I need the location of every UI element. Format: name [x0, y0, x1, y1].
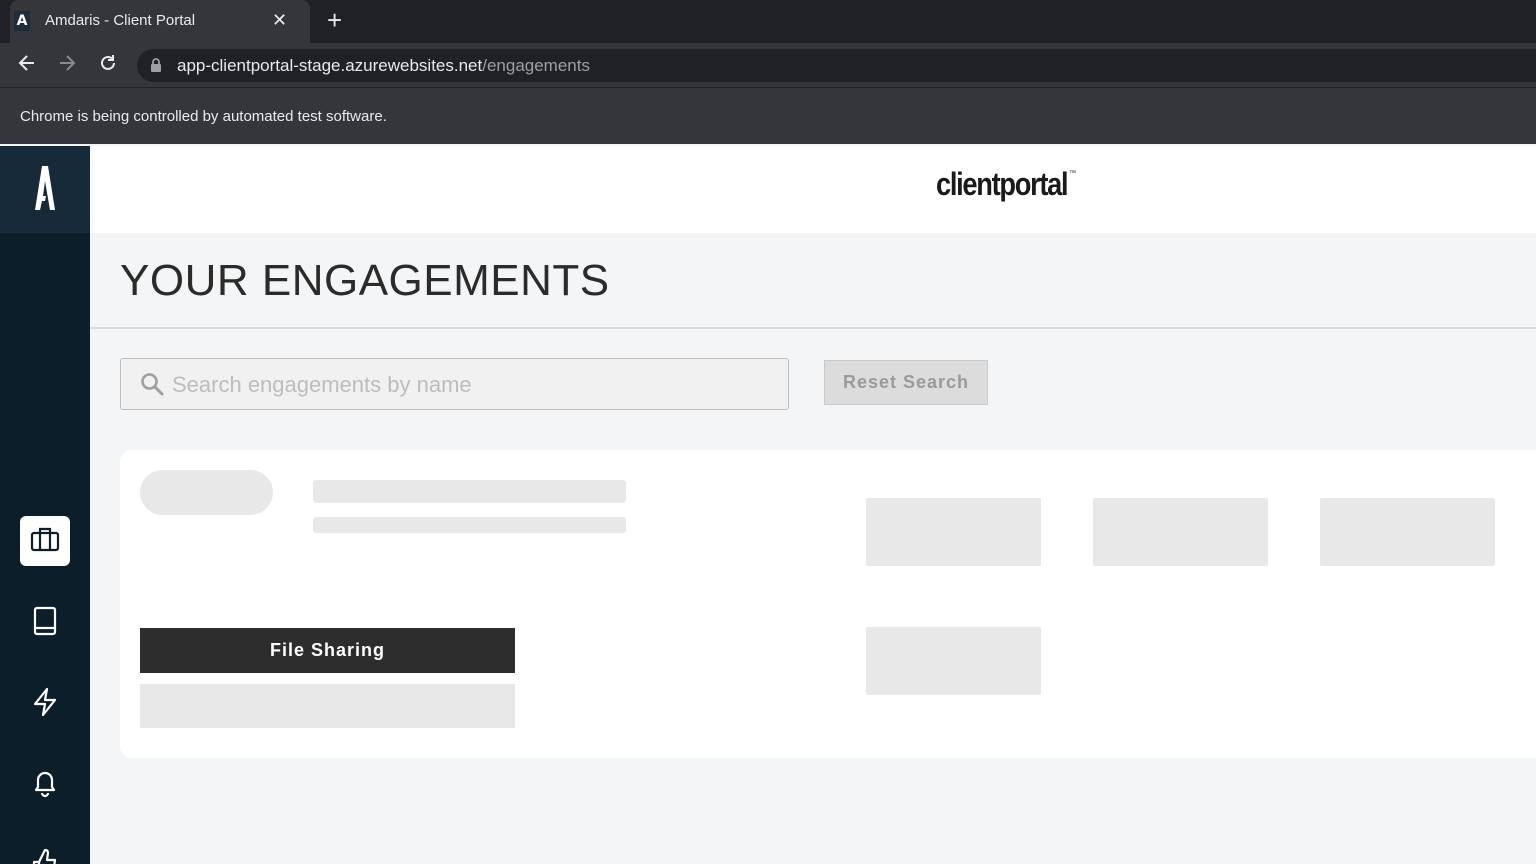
skeleton-tile: [866, 627, 1041, 695]
forward-icon[interactable]: [57, 53, 77, 79]
skeleton-tile: [866, 498, 1041, 566]
url-path: /engagements: [482, 56, 590, 75]
trademark-mark: ™: [1069, 170, 1076, 177]
sidebar: [0, 146, 90, 864]
sidebar-item-feedback[interactable]: [30, 848, 60, 864]
page-title: YOUR ENGAGEMENTS: [120, 256, 610, 305]
skeleton-tile: [1320, 498, 1495, 566]
skeleton-avatar: [140, 470, 273, 515]
reset-search-button[interactable]: Reset Search: [824, 360, 988, 405]
search-input[interactable]: [170, 360, 774, 410]
app-header: [90, 146, 1536, 233]
sidebar-item-engagements[interactable]: [20, 516, 70, 566]
skeleton-tile: [1093, 498, 1268, 566]
lightning-icon: [32, 687, 58, 722]
tab-close-icon[interactable]: ✕: [272, 10, 287, 31]
new-tab-button[interactable]: +: [327, 7, 342, 33]
clientportal-logo: clientportal: [936, 166, 1069, 202]
url-host: app-clientportal-stage.azurewebsites.net: [177, 56, 483, 75]
back-icon[interactable]: [17, 53, 37, 79]
tab-title: Amdaris - Client Portal: [45, 12, 196, 29]
file-sharing-button[interactable]: File Sharing: [140, 628, 515, 673]
briefcase-icon: [30, 526, 60, 557]
amdaris-favicon-icon: A: [14, 11, 30, 31]
reload-icon[interactable]: [98, 53, 118, 79]
infobar-text: Chrome is being controlled by automated …: [20, 108, 387, 125]
book-icon: [33, 606, 57, 641]
skeleton-subtitle: [313, 517, 626, 533]
lock-icon: [150, 57, 162, 73]
sidebar-item-notifications[interactable]: [20, 760, 70, 810]
search-icon: [140, 372, 164, 401]
sidebar-item-docs[interactable]: [20, 598, 70, 648]
url-text[interactable]: app-clientportal-stage.azurewebsites.net…: [177, 56, 590, 76]
skeleton-title: [313, 480, 626, 503]
sidebar-item-activity[interactable]: [20, 679, 70, 729]
amdaris-logo[interactable]: [0, 146, 90, 233]
skeleton-button: [140, 684, 515, 728]
bell-icon: [32, 768, 58, 803]
